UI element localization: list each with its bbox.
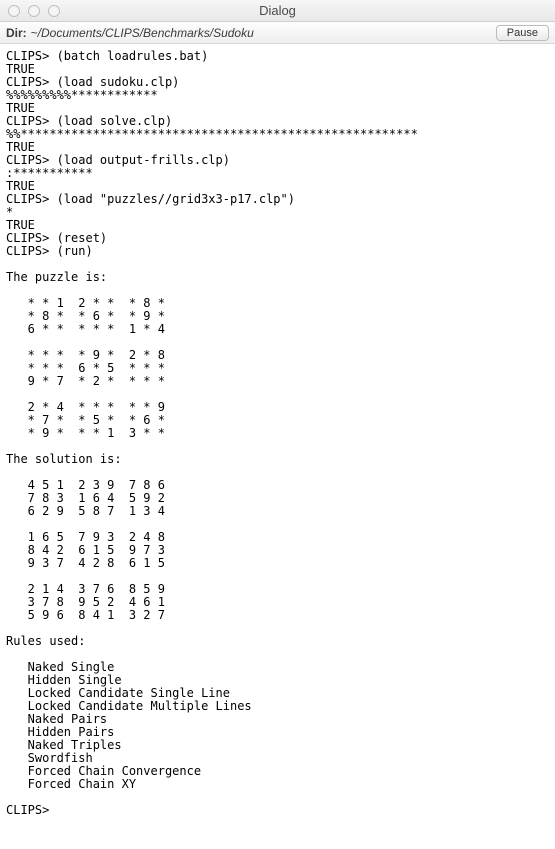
dir-path: ~/Documents/CLIPS/Benchmarks/Sudoku xyxy=(31,26,496,40)
traffic-lights xyxy=(0,5,60,17)
window-title: Dialog xyxy=(0,3,555,18)
terminal-output[interactable]: CLIPS> (batch loadrules.bat) TRUE CLIPS>… xyxy=(0,44,555,849)
pause-button[interactable]: Pause xyxy=(496,25,549,41)
dir-label: Dir: xyxy=(6,26,27,40)
close-icon[interactable] xyxy=(8,5,20,17)
titlebar: Dialog xyxy=(0,0,555,22)
toolbar: Dir: ~/Documents/CLIPS/Benchmarks/Sudoku… xyxy=(0,22,555,44)
minimize-icon[interactable] xyxy=(28,5,40,17)
zoom-icon[interactable] xyxy=(48,5,60,17)
